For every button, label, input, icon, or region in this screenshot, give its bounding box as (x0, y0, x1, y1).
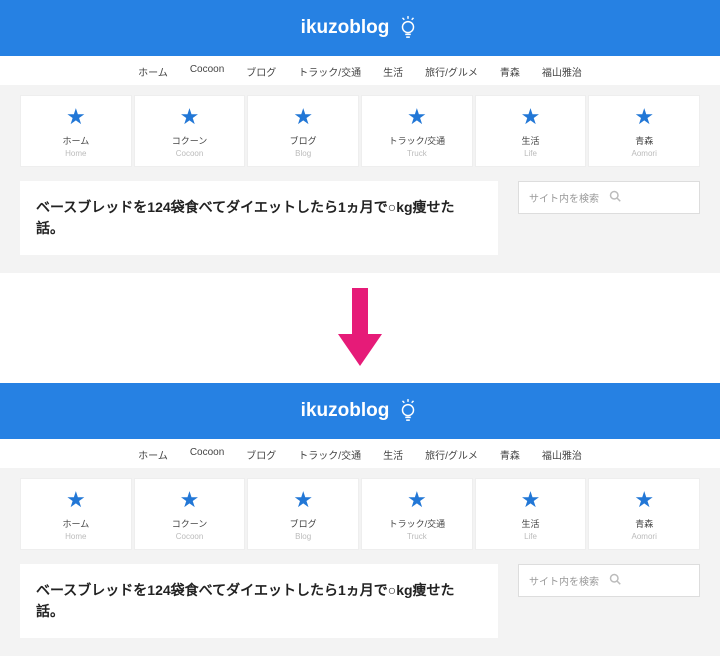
card-label-en: Aomori (593, 532, 695, 541)
category-card[interactable]: ★ ブログ Blog (247, 478, 359, 550)
nav-item[interactable]: ブログ (246, 64, 276, 79)
search-box[interactable]: サイト内を検索 (518, 181, 700, 214)
site-title: ikuzoblog (301, 17, 390, 39)
category-card[interactable]: ★ コクーン Cocoon (134, 478, 246, 550)
nav-item[interactable]: ホーム (138, 447, 168, 462)
nav-item[interactable]: 旅行/グルメ (425, 64, 478, 79)
site-title: ikuzoblog (301, 400, 390, 422)
star-icon: ★ (593, 106, 695, 128)
star-icon: ★ (480, 489, 582, 511)
nav-item[interactable]: トラック/交通 (298, 447, 361, 462)
category-card[interactable]: ★ ホーム Home (20, 478, 132, 550)
search-box[interactable]: サイト内を検索 (518, 564, 700, 597)
nav-item[interactable]: 青森 (500, 447, 520, 462)
star-icon: ★ (25, 489, 127, 511)
card-label-en: Life (480, 532, 582, 541)
category-card[interactable]: ★ 青森 Aomori (588, 95, 700, 167)
nav-item[interactable]: 青森 (500, 64, 520, 79)
card-label-jp: ホーム (25, 517, 127, 530)
search-icon (609, 190, 689, 205)
card-label-jp: 青森 (593, 517, 695, 530)
card-label-en: Cocoon (139, 149, 241, 158)
article-title[interactable]: ベースブレッドを124袋食べてダイエットしたら1ヵ月で○kg痩せた話。 (20, 564, 498, 638)
category-card[interactable]: ★ ブログ Blog (247, 95, 359, 167)
category-card[interactable]: ★ 生活 Life (475, 95, 587, 167)
card-label-en: Truck (366, 149, 468, 158)
content-row: ベースブレッドを124袋食べてダイエットしたら1ヵ月で○kg痩せた話。 サイト内… (0, 564, 720, 638)
card-label-jp: ホーム (25, 134, 127, 147)
hero-banner: ikuzoblog (0, 383, 720, 439)
star-icon: ★ (139, 106, 241, 128)
nav-item[interactable]: ブログ (246, 447, 276, 462)
card-label-en: Life (480, 149, 582, 158)
nav-item[interactable]: 旅行/グルメ (425, 447, 478, 462)
nav-item[interactable]: ホーム (138, 64, 168, 79)
star-icon: ★ (593, 489, 695, 511)
star-icon: ★ (366, 489, 468, 511)
sidebar: サイト内を検索 (518, 181, 700, 255)
lightbulb-icon (397, 16, 419, 40)
card-label-en: Home (25, 532, 127, 541)
sidebar: サイト内を検索 (518, 564, 700, 638)
hero-banner: ikuzoblog (0, 0, 720, 56)
category-cards: ★ ホーム Home ★ コクーン Cocoon ★ ブログ Blog ★ トラック/交通 Tr… (0, 468, 720, 564)
card-label-jp: 生活 (480, 517, 582, 530)
card-label-jp: トラック/交通 (366, 517, 468, 530)
category-card[interactable]: ★ トラック/交通 Truck (361, 478, 473, 550)
star-icon: ★ (252, 489, 354, 511)
category-card[interactable]: ★ コクーン Cocoon (134, 95, 246, 167)
nav-item[interactable]: 生活 (383, 447, 403, 462)
nav-item[interactable]: 福山雅治 (542, 447, 582, 462)
main-nav: ホーム Cocoon ブログ トラック/交通 生活 旅行/グルメ 青森 福山雅治 (0, 56, 720, 85)
search-placeholder: サイト内を検索 (529, 573, 609, 588)
star-icon: ★ (252, 106, 354, 128)
card-label-jp: トラック/交通 (366, 134, 468, 147)
card-label-en: Cocoon (139, 532, 241, 541)
nav-item[interactable]: Cocoon (190, 64, 224, 79)
nav-item[interactable]: 福山雅治 (542, 64, 582, 79)
card-label-en: Blog (252, 532, 354, 541)
category-card[interactable]: ★ トラック/交通 Truck (361, 95, 473, 167)
category-cards: ★ ホーム Home ★ コクーン Cocoon ★ ブログ Blog ★ トラック/交通 Tr… (0, 85, 720, 181)
search-icon (609, 573, 689, 588)
category-card[interactable]: ★ ホーム Home (20, 95, 132, 167)
category-card[interactable]: ★ 青森 Aomori (588, 478, 700, 550)
card-label-jp: 生活 (480, 134, 582, 147)
main-nav: ホーム Cocoon ブログ トラック/交通 生活 旅行/グルメ 青森 福山雅治 (0, 439, 720, 468)
star-icon: ★ (366, 106, 468, 128)
star-icon: ★ (480, 106, 582, 128)
nav-item[interactable]: トラック/交通 (298, 64, 361, 79)
card-label-en: Home (25, 149, 127, 158)
top-state: ikuzoblog ホーム Cocoon ブログ トラック/交通 生活 旅行/グ… (0, 0, 720, 273)
nav-item[interactable]: Cocoon (190, 447, 224, 462)
card-label-jp: コクーン (139, 517, 241, 530)
card-label-en: Truck (366, 532, 468, 541)
search-placeholder: サイト内を検索 (529, 190, 609, 205)
star-icon: ★ (25, 106, 127, 128)
card-label-jp: 青森 (593, 134, 695, 147)
bottom-state: ikuzoblog ホーム Cocoon ブログ トラック/交通 生活 旅行/グ… (0, 383, 720, 656)
transition-arrow (0, 273, 720, 383)
article-title[interactable]: ベースブレッドを124袋食べてダイエットしたら1ヵ月で○kg痩せた話。 (20, 181, 498, 255)
nav-item[interactable]: 生活 (383, 64, 403, 79)
lightbulb-icon (397, 399, 419, 423)
card-label-en: Aomori (593, 149, 695, 158)
card-label-jp: ブログ (252, 134, 354, 147)
category-card[interactable]: ★ 生活 Life (475, 478, 587, 550)
card-label-jp: コクーン (139, 134, 241, 147)
star-icon: ★ (139, 489, 241, 511)
content-row: ベースブレッドを124袋食べてダイエットしたら1ヵ月で○kg痩せた話。 サイト内… (0, 181, 720, 255)
card-label-jp: ブログ (252, 517, 354, 530)
card-label-en: Blog (252, 149, 354, 158)
